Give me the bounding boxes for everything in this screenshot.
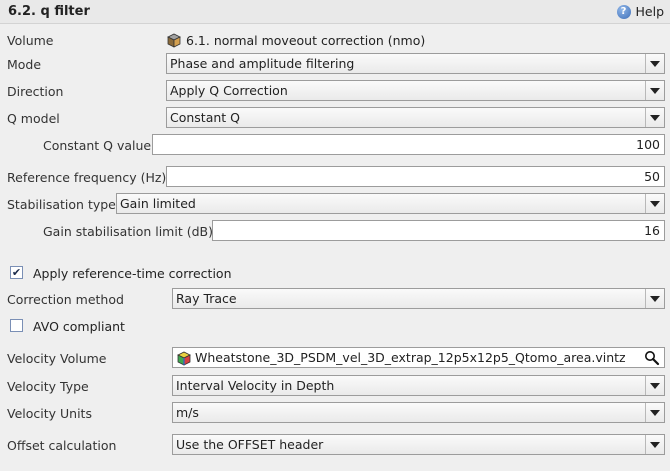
velocity-volume-field[interactable]: Wheatstone_3D_PSDM_vel_3D_extrap_12p5x12… xyxy=(172,347,665,368)
direction-label: Direction xyxy=(7,84,64,99)
ref-freq-label: Reference frequency (Hz) xyxy=(7,170,167,185)
color-cube-icon xyxy=(177,351,191,366)
correction-method-dropdown-button[interactable] xyxy=(645,289,664,308)
gain-limit-input[interactable]: 16 xyxy=(212,220,665,241)
velocity-type-value: Interval Velocity in Depth xyxy=(176,378,335,393)
velocity-volume-label: Velocity Volume xyxy=(7,351,107,366)
chevron-down-icon xyxy=(650,114,660,121)
panel-header: 6.2. q filter ? Help xyxy=(0,0,670,24)
mode-value: Phase and amplitude filtering xyxy=(170,56,355,71)
offset-calc-value: Use the OFFSET header xyxy=(176,437,324,452)
q-model-value: Constant Q xyxy=(170,110,241,125)
velocity-units-label: Velocity Units xyxy=(7,406,92,421)
volume-label: Volume xyxy=(7,33,54,48)
ref-time-checkbox[interactable]: ✔ xyxy=(10,266,23,279)
gain-limit-value: 16 xyxy=(644,223,660,238)
velocity-units-value: m/s xyxy=(176,405,199,420)
help-icon: ? xyxy=(616,4,631,19)
stabilisation-label: Stabilisation type xyxy=(7,197,116,212)
direction-dropdown[interactable]: Apply Q Correction xyxy=(166,80,665,101)
chevron-down-icon xyxy=(650,441,660,448)
avo-checkbox[interactable] xyxy=(10,319,23,332)
q-model-dropdown[interactable]: Constant Q xyxy=(166,107,665,128)
mode-label: Mode xyxy=(7,57,42,72)
panel-title: 6.2. q filter xyxy=(8,4,90,19)
mode-dropdown-button[interactable] xyxy=(645,54,664,73)
stabilisation-dropdown[interactable]: Gain limited xyxy=(116,193,665,214)
chevron-down-icon xyxy=(650,87,660,94)
velocity-units-dropdown-button[interactable] xyxy=(645,403,664,422)
velocity-type-dropdown[interactable]: Interval Velocity in Depth xyxy=(172,375,665,396)
q-model-label: Q model xyxy=(7,111,60,126)
help-label: Help xyxy=(635,4,665,19)
volume-cube-icon xyxy=(167,33,181,48)
constant-q-label: Constant Q value xyxy=(43,138,152,153)
search-icon[interactable] xyxy=(644,350,660,366)
correction-method-dropdown[interactable]: Ray Trace xyxy=(172,288,665,309)
offset-calc-dropdown[interactable]: Use the OFFSET header xyxy=(172,434,665,455)
offset-calc-label: Offset calculation xyxy=(7,438,117,453)
gain-limit-label: Gain stabilisation limit (dB) xyxy=(43,224,213,239)
velocity-units-dropdown[interactable]: m/s xyxy=(172,402,665,423)
ref-freq-value: 50 xyxy=(644,169,660,184)
stabilisation-dropdown-button[interactable] xyxy=(645,194,664,213)
avo-label[interactable]: AVO compliant xyxy=(33,319,125,334)
volume-value[interactable]: 6.1. normal moveout correction (nmo) xyxy=(186,33,425,48)
checkmark-icon: ✔ xyxy=(11,266,22,279)
chevron-down-icon xyxy=(650,295,660,302)
offset-calc-dropdown-button[interactable] xyxy=(645,435,664,454)
ref-time-label[interactable]: Apply reference-time correction xyxy=(33,266,232,281)
chevron-down-icon xyxy=(650,200,660,207)
q-model-dropdown-button[interactable] xyxy=(645,108,664,127)
help-button[interactable]: ? Help xyxy=(616,4,665,19)
chevron-down-icon xyxy=(650,382,660,389)
velocity-type-dropdown-button[interactable] xyxy=(645,376,664,395)
velocity-volume-value: Wheatstone_3D_PSDM_vel_3D_extrap_12p5x12… xyxy=(195,350,626,365)
correction-method-label: Correction method xyxy=(7,292,124,307)
velocity-type-label: Velocity Type xyxy=(7,379,89,394)
ref-freq-input[interactable]: 50 xyxy=(166,166,665,187)
constant-q-input[interactable]: 100 xyxy=(152,134,665,155)
stabilisation-value: Gain limited xyxy=(120,196,196,211)
direction-dropdown-button[interactable] xyxy=(645,81,664,100)
mode-dropdown[interactable]: Phase and amplitude filtering xyxy=(166,53,665,74)
correction-method-value: Ray Trace xyxy=(176,291,237,306)
constant-q-value: 100 xyxy=(636,137,660,152)
direction-value: Apply Q Correction xyxy=(170,83,288,98)
chevron-down-icon xyxy=(650,409,660,416)
chevron-down-icon xyxy=(650,60,660,67)
